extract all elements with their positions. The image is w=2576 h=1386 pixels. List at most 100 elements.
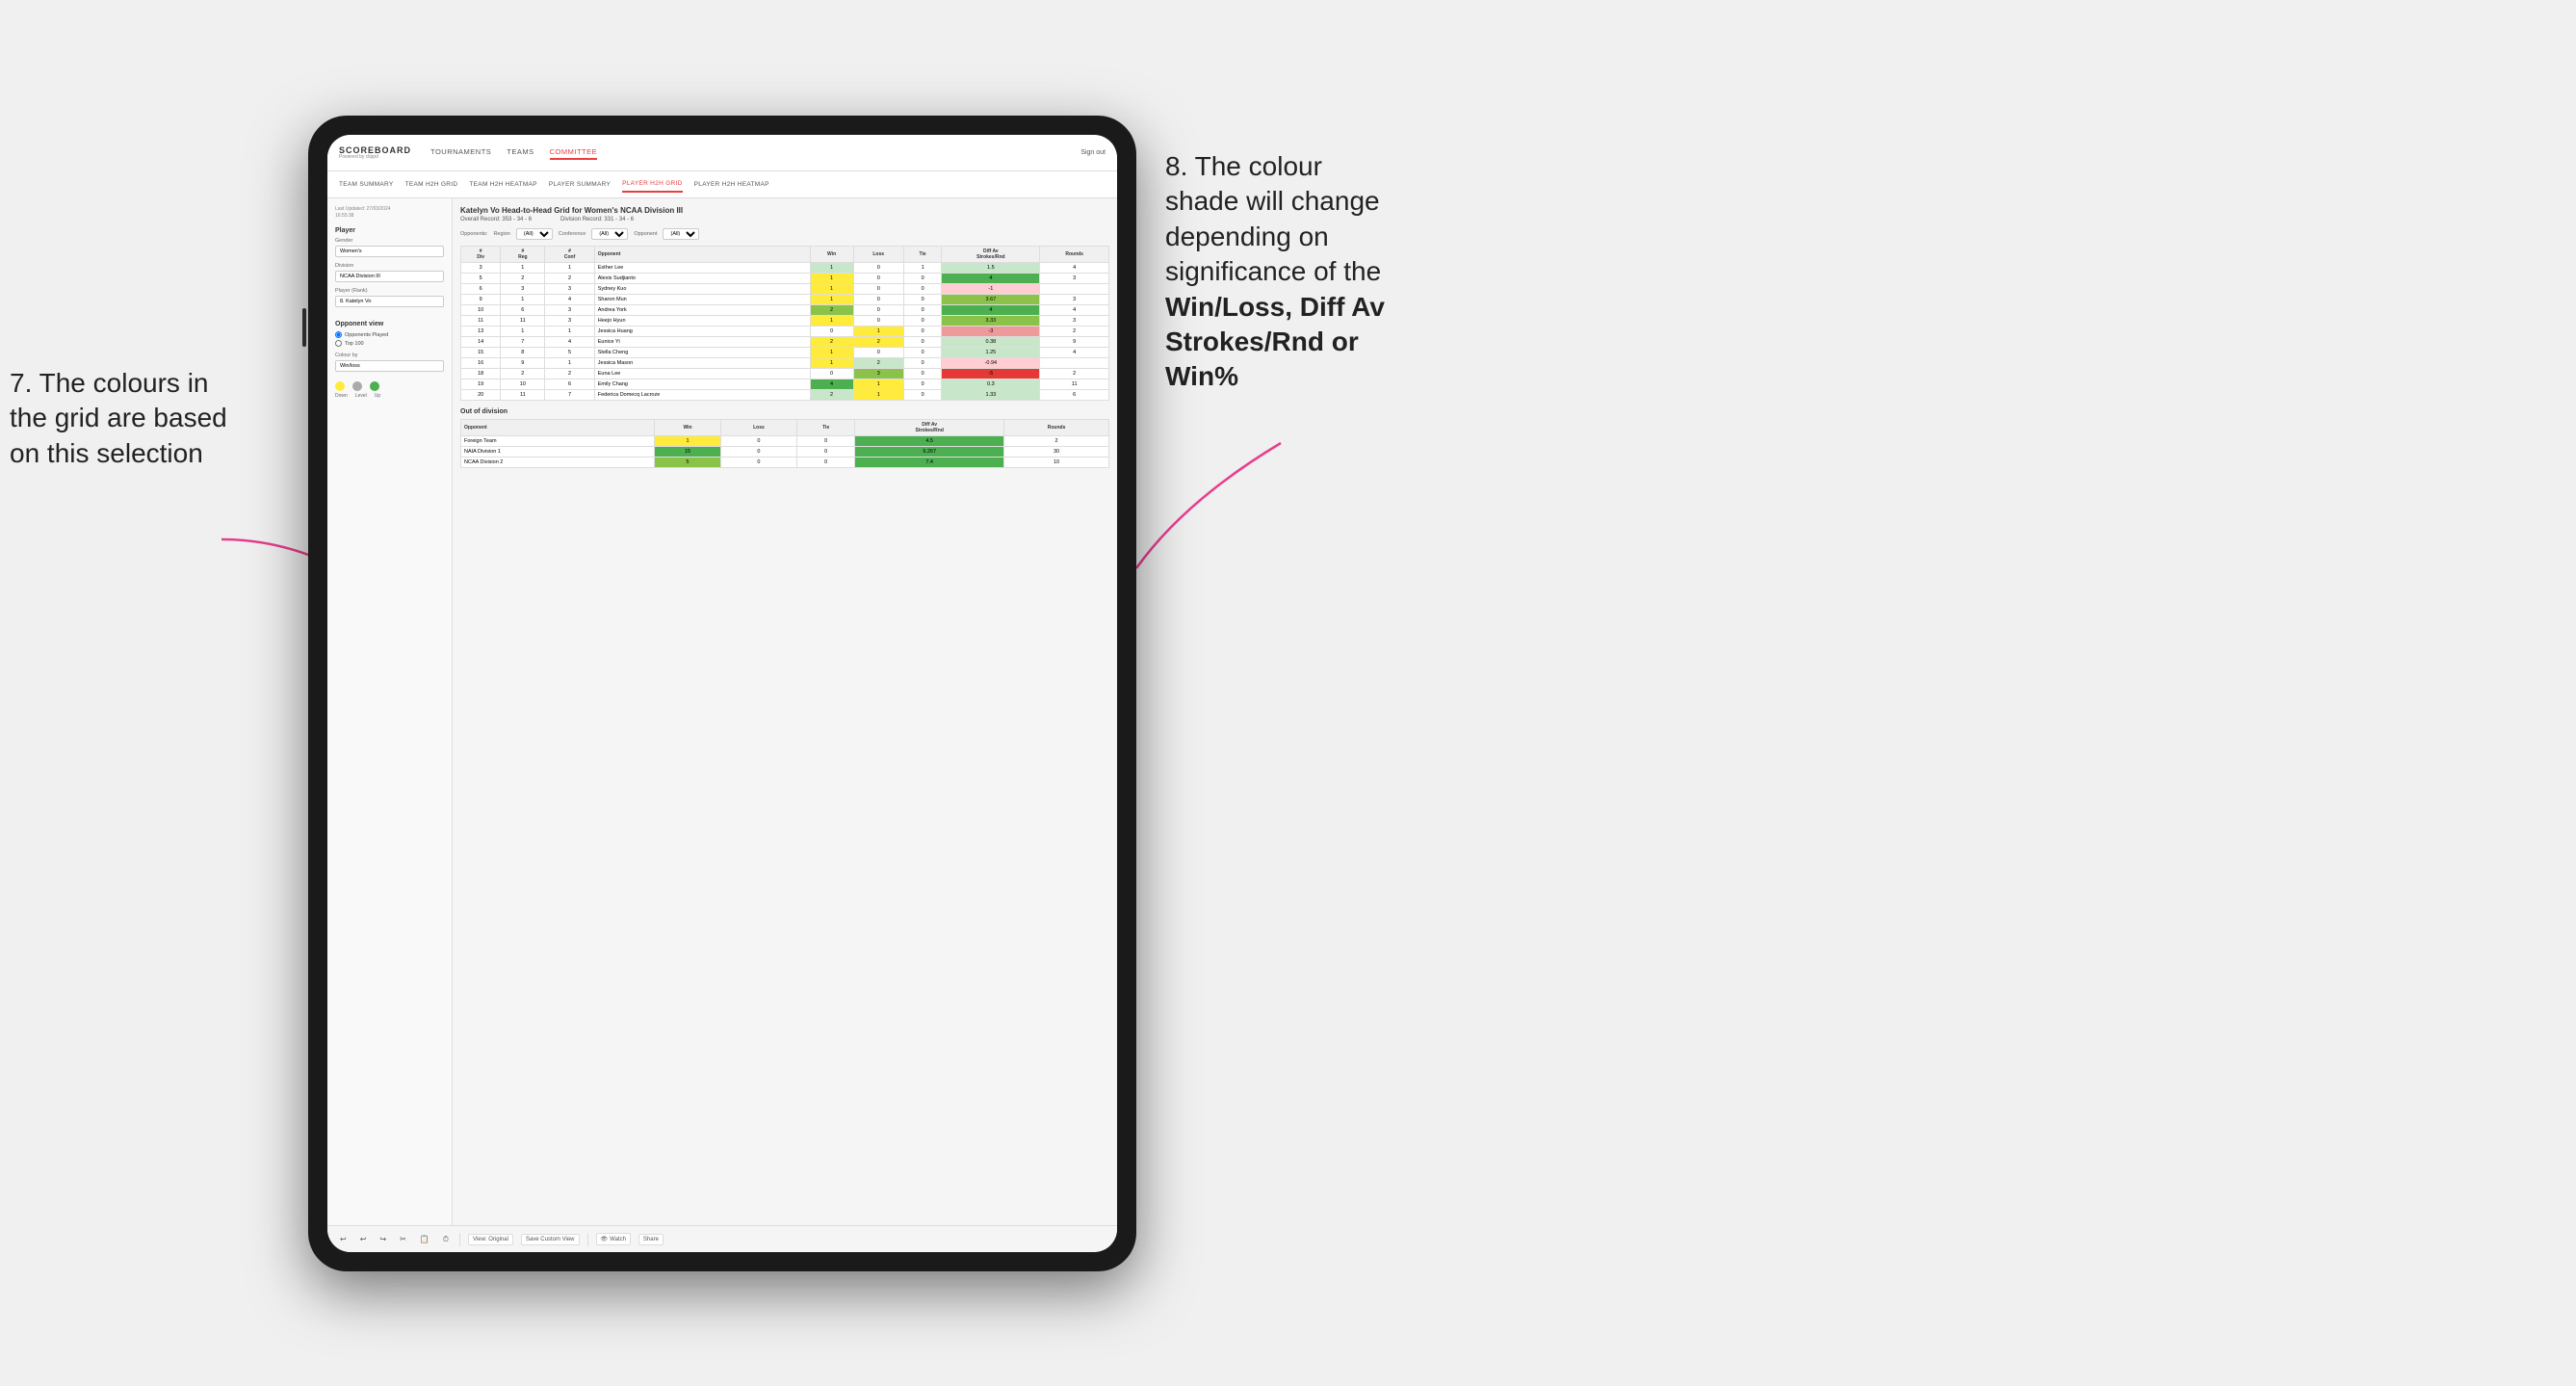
nav-committee[interactable]: COMMITTEE <box>550 145 598 160</box>
opp-filter-label: Opponent <box>634 231 657 237</box>
table-cell: 11 <box>501 390 545 401</box>
table-cell: 0.3 <box>942 379 1040 390</box>
colour-dot-down <box>335 381 345 391</box>
colour-dot-level <box>352 381 362 391</box>
watch-btn[interactable]: 👁 Watch <box>596 1233 631 1245</box>
table-cell: 0 <box>810 369 853 379</box>
table-cell: Heejo Hyun <box>594 316 810 327</box>
sub-nav-team-h2h-grid[interactable]: TEAM H2H GRID <box>405 177 458 192</box>
nav-teams[interactable]: TEAMS <box>507 145 533 160</box>
table-cell: 0 <box>903 274 942 284</box>
col-tie: Tie <box>903 247 942 263</box>
logo-area: SCOREBOARD Powered by clippd <box>339 146 411 160</box>
table-cell: -1 <box>942 284 1040 295</box>
sub-nav-team-summary[interactable]: TEAM SUMMARY <box>339 177 394 192</box>
table-cell: 0.38 <box>942 337 1040 348</box>
ood-table-cell: 2 <box>1004 436 1109 447</box>
table-row: 311Esther Lee1011.54 <box>461 263 1109 274</box>
col-conf: #Conf <box>545 247 594 263</box>
table-row: 522Alexis Sudjianto10043 <box>461 274 1109 284</box>
table-cell: 5 <box>545 348 594 358</box>
table-cell: Stella Cheng <box>594 348 810 358</box>
table-cell: Euna Lee <box>594 369 810 379</box>
table-row: 1822Euna Lee030-52 <box>461 369 1109 379</box>
table-cell: Esther Lee <box>594 263 810 274</box>
share-btn[interactable]: Share <box>638 1234 664 1245</box>
h2h-grid-table: #Div #Reg #Conf Opponent Win Loss Tie Di… <box>460 246 1109 401</box>
ood-table-cell: 5 <box>655 458 721 468</box>
table-cell: Jessica Mason <box>594 358 810 369</box>
table-row: 1474Eunice Yi2200.389 <box>461 337 1109 348</box>
table-cell <box>1040 358 1109 369</box>
ood-col-diff: Diff AvStrokes/Rnd <box>855 420 1004 436</box>
opponents-label: Opponents: <box>460 231 487 237</box>
gender-select[interactable]: Women's <box>335 246 444 257</box>
table-cell: Emily Chang <box>594 379 810 390</box>
opp-filter-select[interactable]: (All) <box>663 228 699 240</box>
table-cell: Sharon Mun <box>594 295 810 305</box>
rank-select[interactable]: 8. Katelyn Vo <box>335 296 444 307</box>
table-cell: 1 <box>810 295 853 305</box>
grid-records: Overall Record: 353 - 34 - 6 Division Re… <box>460 217 1109 222</box>
table-cell: 1 <box>810 316 853 327</box>
gender-label: Gender <box>335 238 444 244</box>
annotation-right: 8. The colour shade will change dependin… <box>1165 149 1579 395</box>
toolbar: ↩ ↩ ↪ ✂ 📋 ⏱ View: Original Save Custom V… <box>327 1225 1117 1252</box>
ood-table-cell: 9.267 <box>855 447 1004 458</box>
table-row: 20117Federica Domecq Lacroze2101.336 <box>461 390 1109 401</box>
sub-nav-player-h2h-grid[interactable]: PLAYER H2H GRID <box>622 176 683 193</box>
conf-filter-label: Conference <box>559 231 585 237</box>
undo-btn[interactable]: ↩ <box>337 1234 350 1244</box>
conf-filter-select[interactable]: (All) <box>591 228 628 240</box>
table-cell: 7 <box>545 390 594 401</box>
table-cell: 10 <box>461 305 501 316</box>
colour-legend-dots <box>335 381 444 391</box>
table-cell: 2 <box>501 369 545 379</box>
region-filter-select[interactable]: (All) <box>516 228 553 240</box>
table-cell: 3 <box>545 316 594 327</box>
radio-top100[interactable]: Top 100 <box>335 340 444 347</box>
table-cell: 18 <box>461 369 501 379</box>
save-custom-view-btn[interactable]: Save Custom View <box>521 1234 580 1245</box>
sub-nav-player-summary[interactable]: PLAYER SUMMARY <box>549 177 611 192</box>
table-cell: 3.67 <box>942 295 1040 305</box>
nav-sign-out[interactable]: Sign out <box>1080 149 1106 156</box>
cut-btn[interactable]: ✂ <box>397 1234 409 1244</box>
ood-table-cell: 10 <box>1004 458 1109 468</box>
ood-table-cell: 15 <box>655 447 721 458</box>
view-original-btn[interactable]: View: Original <box>468 1234 513 1245</box>
ood-col-loss: Loss <box>720 420 796 436</box>
table-cell: 16 <box>461 358 501 369</box>
sub-nav-player-h2h-heatmap[interactable]: PLAYER H2H HEATMAP <box>694 177 769 192</box>
radio-opponents-played[interactable]: Opponents Played <box>335 331 444 338</box>
table-cell: 0 <box>903 316 942 327</box>
paste-btn[interactable]: 📋 <box>417 1234 432 1244</box>
nav-tournaments[interactable]: TOURNAMENTS <box>430 145 491 160</box>
colour-by-select[interactable]: Win/loss <box>335 360 444 372</box>
fwd-btn[interactable]: ↪ <box>377 1234 389 1244</box>
table-cell: 13 <box>461 327 501 337</box>
table-cell: 0 <box>903 337 942 348</box>
right-panel: Katelyn Vo Head-to-Head Grid for Women's… <box>453 198 1117 1225</box>
table-cell: 11 <box>501 316 545 327</box>
table-cell: 2 <box>853 337 903 348</box>
division-select[interactable]: NCAA Division III <box>335 271 444 282</box>
table-row: 1063Andrea York20044 <box>461 305 1109 316</box>
annotation-left: 7. The colours in the grid are based on … <box>10 366 289 471</box>
table-cell: 1 <box>545 263 594 274</box>
toolbar-sep1 <box>459 1233 460 1246</box>
table-cell: -3 <box>942 327 1040 337</box>
ood-table-row: NCAA Division 25007.410 <box>461 458 1109 468</box>
division-label: Division <box>335 263 444 269</box>
ood-col-rounds: Rounds <box>1004 420 1109 436</box>
table-cell: Eunice Yi <box>594 337 810 348</box>
sub-nav-team-h2h-heatmap[interactable]: TEAM H2H HEATMAP <box>469 177 536 192</box>
table-cell: 0 <box>853 295 903 305</box>
table-cell <box>1040 284 1109 295</box>
clock-btn[interactable]: ⏱ <box>440 1234 452 1245</box>
table-row: 11113Heejo Hyun1003.333 <box>461 316 1109 327</box>
redo-btn[interactable]: ↩ <box>357 1234 370 1244</box>
ood-table-row: NAIA Division 115009.26730 <box>461 447 1109 458</box>
table-cell: 1 <box>545 327 594 337</box>
col-reg: #Reg <box>501 247 545 263</box>
